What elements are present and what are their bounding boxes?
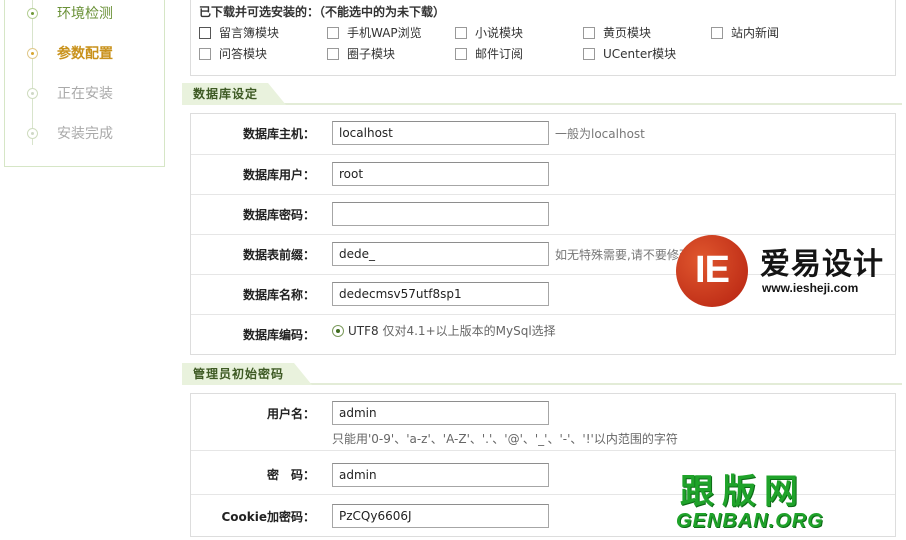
module-yellowpages[interactable]: 黄页模块 xyxy=(583,25,651,41)
admin-username-row: 用户名： admin 只能用'0-9'、'a-z'、'A-Z'、'.'、'@'、… xyxy=(191,394,895,450)
step-label: 参数配置 xyxy=(57,46,113,62)
step-done-icon xyxy=(27,8,38,19)
step-complete: 安装完成 xyxy=(5,120,165,146)
db-user-input[interactable]: root xyxy=(332,162,549,186)
db-encoding-label: 数据库编码： xyxy=(242,328,315,342)
section-title: 数据库设定 xyxy=(182,83,286,105)
module-wap[interactable]: 手机WAP浏览 xyxy=(327,25,422,41)
module-group[interactable]: 圈子模块 xyxy=(327,46,395,62)
install-steps-sidebar: 环境检测 参数配置 正在安装 安装完成 xyxy=(4,0,165,167)
db-name-input[interactable]: dedecmsv57utf8sp1 xyxy=(332,282,549,306)
checkbox-icon[interactable] xyxy=(199,48,211,60)
checkbox-icon[interactable] xyxy=(327,48,339,60)
step-active-icon xyxy=(27,48,38,59)
section-title: 管理员初始密码 xyxy=(182,363,312,385)
step-env-check: 环境检测 xyxy=(5,0,165,26)
module-mail[interactable]: 邮件订阅 xyxy=(455,46,523,62)
encoding-hint: 仅对4.1+以上版本的MySql选择 xyxy=(382,324,556,338)
checkbox-icon[interactable] xyxy=(327,27,339,39)
db-host-label: 数据库主机： xyxy=(242,127,315,141)
step-installing: 正在安装 xyxy=(5,80,165,106)
db-name-label: 数据库名称： xyxy=(242,288,315,302)
db-password-label: 数据库密码： xyxy=(242,208,315,222)
database-form: 数据库主机： localhost 一般为localhost 数据库用户： roo… xyxy=(190,113,896,355)
db-user-row: 数据库用户： root xyxy=(191,154,895,194)
db-encoding-row: 数据库编码： UTF8 仅对4.1+以上版本的MySql选择 xyxy=(191,314,895,354)
genban-watermark: 跟版网 GENBAN.ORG xyxy=(676,472,824,532)
checkbox-icon[interactable] xyxy=(711,27,723,39)
admin-cookie-label: Cookie加密码： xyxy=(221,510,315,524)
modules-title: 已下载并可选安装的：（不能选中的为未下载） xyxy=(199,5,446,19)
db-host-hint: 一般为localhost xyxy=(555,127,645,141)
step-label: 环境检测 xyxy=(57,6,113,22)
module-guestbook[interactable]: 留言簿模块 xyxy=(199,25,279,41)
admin-username-label: 用户名： xyxy=(266,407,315,421)
admin-username-hint: 只能用'0-9'、'a-z'、'A-Z'、'.'、'@'、'_'、'-'、'!'… xyxy=(332,432,678,446)
db-user-label: 数据库用户： xyxy=(242,168,315,182)
db-password-input[interactable] xyxy=(332,202,549,226)
step-pending-icon xyxy=(27,128,38,139)
db-host-input[interactable]: localhost xyxy=(332,121,549,145)
admin-cookie-input[interactable]: PzCQy6606J xyxy=(332,504,549,528)
checkbox-icon[interactable] xyxy=(583,27,595,39)
radio-selected-icon[interactable] xyxy=(332,325,344,337)
db-prefix-label: 数据表前缀： xyxy=(242,248,315,262)
step-label: 正在安装 xyxy=(57,86,113,102)
checkbox-icon[interactable] xyxy=(583,48,595,60)
db-password-row: 数据库密码： xyxy=(191,194,895,234)
step-pending-icon xyxy=(27,88,38,99)
step-label: 安装完成 xyxy=(57,126,113,142)
optional-modules-panel: 已下载并可选安装的：（不能选中的为未下载） 留言簿模块 手机WAP浏览 小说模块… xyxy=(190,0,896,76)
db-encoding-radio[interactable]: UTF8 仅对4.1+以上版本的MySql选择 xyxy=(332,322,556,339)
module-ucenter[interactable]: UCenter模块 xyxy=(583,46,676,62)
checkbox-icon[interactable] xyxy=(455,48,467,60)
module-sitenews[interactable]: 站内新闻 xyxy=(711,25,779,41)
database-section-header: 数据库设定 xyxy=(182,83,902,105)
checkbox-icon[interactable] xyxy=(455,27,467,39)
admin-password-input[interactable]: admin xyxy=(332,463,549,487)
encoding-option: UTF8 xyxy=(348,324,379,338)
db-prefix-hint: 如无特殊需要,请不要修改 xyxy=(555,248,691,262)
admin-section-header: 管理员初始密码 xyxy=(182,363,902,385)
checkbox-icon[interactable] xyxy=(199,27,211,39)
iesheji-watermark: IE 爱易设计 www.iesheji.com xyxy=(676,235,902,307)
admin-username-input[interactable]: admin xyxy=(332,401,549,425)
module-novel[interactable]: 小说模块 xyxy=(455,25,523,41)
module-ask[interactable]: 问答模块 xyxy=(199,46,267,62)
db-host-row: 数据库主机： localhost 一般为localhost xyxy=(191,114,895,154)
db-prefix-input[interactable]: dede_ xyxy=(332,242,549,266)
admin-password-label: 密 码： xyxy=(266,468,315,482)
step-config: 参数配置 xyxy=(5,40,165,66)
